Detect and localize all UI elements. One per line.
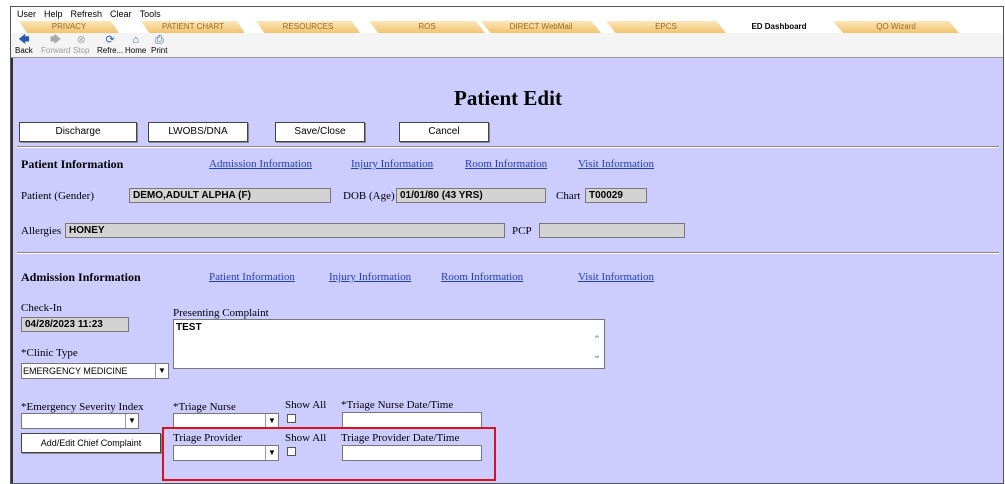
triage-nurse-label: *Triage Nurse: [173, 401, 236, 413]
allergies-field: HONEY: [65, 223, 505, 238]
print-button[interactable]: ⎙ Print: [151, 34, 167, 55]
chart-number-field: T00029: [585, 188, 647, 203]
discharge-button[interactable]: Discharge: [19, 122, 137, 142]
print-icon: ⎙: [154, 34, 164, 46]
link-room-information-2[interactable]: Room Information: [441, 271, 523, 283]
stop-button[interactable]: ⊗ Stop: [73, 34, 89, 55]
scroll-down-icon[interactable]: ⌄: [592, 350, 602, 361]
link-injury-information-2[interactable]: Injury Information: [329, 271, 411, 283]
chevron-down-icon: ▼: [125, 414, 138, 428]
tab-qo-wizard[interactable]: QO Wizard: [833, 21, 959, 33]
chevron-down-icon: ▼: [265, 414, 278, 428]
clinic-type-label: *Clinic Type: [21, 347, 78, 359]
menu-clear[interactable]: Clear: [110, 9, 132, 19]
triage-provider-select[interactable]: ▼: [173, 445, 279, 461]
cancel-button[interactable]: Cancel: [399, 122, 489, 142]
back-button[interactable]: 🡄 Back: [15, 34, 33, 55]
menu-bar: User Help Refresh Clear Tools: [11, 7, 1003, 21]
refresh-icon: ⟳: [105, 34, 115, 46]
menu-tools[interactable]: Tools: [140, 9, 161, 19]
tab-privacy[interactable]: PRIVACY: [19, 21, 119, 33]
check-in-field: 04/28/2023 11:23: [21, 317, 129, 332]
link-room-information[interactable]: Room Information: [465, 158, 547, 170]
tab-epcs[interactable]: EPCS: [606, 21, 726, 33]
stop-icon: ⊗: [76, 34, 86, 46]
menu-help[interactable]: Help: [44, 9, 63, 19]
browser-toolbar: 🡄 Back 🡆 Forward ⊗ Stop ⟳ Refre... ⌂ Home ⎙ Pr…: [11, 33, 1003, 58]
patient-edit-panel: Patient Edit Discharge LWOBS/DNA Save/Cl…: [11, 58, 1003, 483]
back-arrow-icon: 🡄: [18, 34, 30, 46]
link-injury-information[interactable]: Injury Information: [351, 158, 433, 170]
clinic-type-select[interactable]: EMERGENCY MEDICINE ▼: [21, 363, 169, 379]
pcp-field: [539, 223, 685, 238]
menu-refresh[interactable]: Refresh: [71, 9, 103, 19]
menu-user[interactable]: User: [17, 9, 36, 19]
patient-information-heading: Patient Information: [21, 157, 124, 171]
show-all-nurse-checkbox[interactable]: [287, 414, 296, 423]
forward-button[interactable]: 🡆 Forward: [41, 34, 70, 55]
triage-provider-datetime-input[interactable]: [342, 445, 482, 461]
save-close-button[interactable]: Save/Close: [275, 122, 365, 142]
page-title: Patient Edit: [454, 86, 562, 110]
show-all-label: Show All: [285, 399, 327, 411]
divider: [17, 146, 999, 148]
triage-nurse-datetime-label: *Triage Nurse Date/Time: [341, 399, 454, 411]
tab-strip: PRIVACY PATIENT CHART RESOURCES ROS DIRE…: [11, 21, 1003, 33]
divider: [17, 252, 999, 254]
add-edit-chief-complaint-button[interactable]: Add/Edit Chief Complaint: [21, 433, 161, 453]
admission-information-heading: Admission Information: [21, 270, 141, 284]
triage-provider-datetime-label: Triage Provider Date/Time: [341, 432, 460, 444]
check-in-label: Check-In: [21, 302, 62, 314]
home-icon: ⌂: [132, 34, 139, 46]
dob-age-label: DOB (Age): [343, 190, 395, 202]
chevron-down-icon: ▼: [155, 364, 168, 378]
scroll-up-icon[interactable]: ⌃: [592, 334, 602, 345]
chart-label: Chart: [556, 190, 581, 202]
presenting-complaint-label: Presenting Complaint: [173, 307, 269, 319]
refresh-button[interactable]: ⟳ Refre...: [97, 34, 123, 55]
tab-patient-chart[interactable]: PATIENT CHART: [141, 21, 245, 33]
link-patient-information[interactable]: Patient Information: [209, 271, 295, 283]
chevron-down-icon: ▼: [265, 446, 278, 460]
pcp-label: PCP: [512, 225, 532, 237]
dob-age-field: 01/01/80 (43 YRS): [396, 188, 546, 203]
link-visit-information-2[interactable]: Visit Information: [578, 271, 654, 283]
esi-label: *Emergency Severity Index: [21, 401, 144, 413]
app-window: User Help Refresh Clear Tools PRIVACY PATIEN…: [10, 6, 1004, 484]
tab-direct-webmail[interactable]: DIRECT WebMail: [481, 21, 601, 33]
tab-resources[interactable]: RESOURCES: [256, 21, 360, 33]
link-admission-information[interactable]: Admission Information: [209, 158, 312, 170]
patient-gender-label: Patient (Gender): [21, 190, 94, 202]
show-all-provider-checkbox[interactable]: [287, 447, 296, 456]
forward-arrow-icon: 🡆: [49, 34, 62, 46]
allergies-label: Allergies: [21, 225, 62, 237]
esi-select[interactable]: ▼: [21, 413, 139, 429]
triage-nurse-datetime-input[interactable]: [342, 412, 482, 428]
lwobs-dna-button[interactable]: LWOBS/DNA: [148, 122, 248, 142]
show-all-label: Show All: [285, 432, 327, 444]
home-button[interactable]: ⌂ Home: [125, 34, 146, 55]
tab-ed-dashboard[interactable]: ED Dashboard: [723, 21, 835, 33]
triage-provider-label: Triage Provider: [173, 432, 242, 444]
link-visit-information[interactable]: Visit Information: [578, 158, 654, 170]
tab-ros[interactable]: ROS: [369, 21, 485, 33]
patient-name-field: DEMO,ADULT ALPHA (F): [129, 188, 331, 203]
presenting-complaint-textarea[interactable]: TEST ⌃ ⌄: [173, 319, 605, 369]
